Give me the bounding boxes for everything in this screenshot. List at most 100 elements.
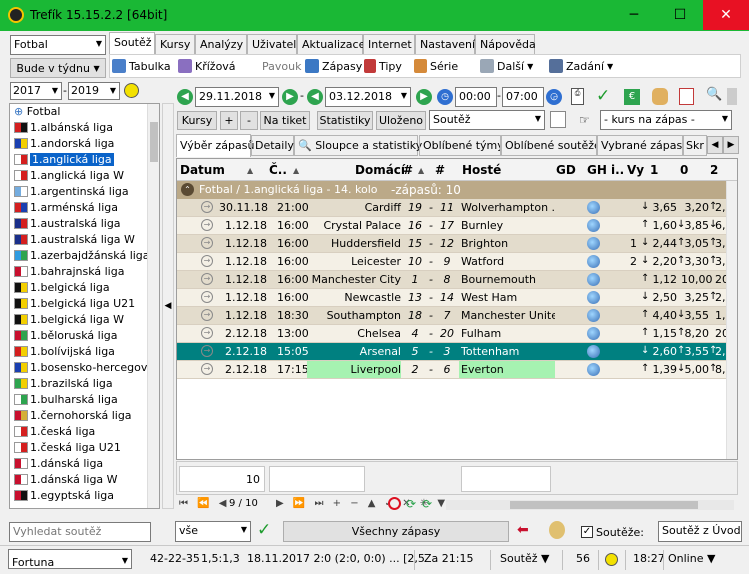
prev-arrow-icon[interactable]: ◀ [177, 89, 193, 105]
globe-icon[interactable] [587, 219, 600, 232]
row-expand-icon[interactable]: → [201, 201, 213, 213]
stop-icon[interactable] [388, 497, 401, 510]
statistiky-button[interactable]: Statistiky [317, 111, 373, 130]
col-vy[interactable]: Vy [627, 163, 644, 177]
league-item[interactable]: 1.belgická liga U21 [10, 296, 159, 312]
list-icon[interactable] [550, 111, 566, 128]
time-from-input[interactable]: 00:00 [455, 87, 497, 107]
league-item[interactable]: 1.australská liga [10, 216, 159, 232]
league-item[interactable]: 1.azerbajdžánská liga [10, 248, 159, 264]
collapse-icon[interactable]: ⌃ [181, 183, 194, 196]
globe-icon[interactable] [587, 327, 600, 340]
krizova-button[interactable]: Křížová [178, 58, 236, 74]
league-item[interactable]: 1.andorská liga [10, 136, 159, 152]
user-icon[interactable] [549, 521, 565, 539]
grid-scrollbar[interactable] [726, 181, 737, 459]
tab-uzivatel[interactable]: Uživatel [247, 34, 297, 54]
col-info[interactable]: i.. [611, 163, 624, 177]
account-select[interactable]: Fortuna ▼ [8, 549, 132, 569]
tab-nastaveni[interactable]: Nastavení [415, 34, 475, 54]
col-odds-1[interactable]: 1 [650, 163, 658, 177]
league-item[interactable]: 1.argentinská liga [10, 184, 159, 200]
tab-internet[interactable]: Internet [363, 34, 415, 54]
tab-aktualizace[interactable]: Aktualizace [297, 34, 365, 54]
zadani-button[interactable]: Zadání ▼ [549, 58, 613, 74]
checkmark-icon[interactable]: ✓ [257, 520, 271, 540]
serie-button[interactable]: Série [414, 58, 458, 74]
globe-icon[interactable] [587, 363, 600, 376]
league-item[interactable]: 1.bolívijská liga [10, 344, 159, 360]
date-to-input[interactable]: 03.12.2018 ▼ [325, 87, 411, 107]
league-item[interactable]: 1.černohorská liga [10, 408, 159, 424]
calendar-check-icon[interactable] [679, 88, 694, 105]
col-gd[interactable]: GD [556, 163, 576, 177]
table-row[interactable]: → 1.12.18 18:30 Southampton 18-7 Manchester U… [177, 307, 737, 325]
table-row[interactable]: → 1.12.18 16:00 Newcastle 13-14 West Ham ↓ 2,50… [177, 289, 737, 307]
league-item[interactable]: 1.arménská liga [10, 200, 159, 216]
status-online-menu[interactable]: Online ▼ [668, 552, 715, 565]
pdf-icon[interactable]: ⎙ [571, 88, 584, 105]
refresh-all-icon[interactable]: ⟳ [422, 497, 432, 511]
globe-icon[interactable] [587, 291, 600, 304]
row-expand-icon[interactable]: → [201, 345, 213, 357]
row-expand-icon[interactable]: → [201, 327, 213, 339]
tabs-scroll-right[interactable]: ▶ [723, 136, 739, 154]
souteze-select[interactable]: Soutěž z Úvodní [658, 521, 742, 542]
col-domaci[interactable]: Domácí [355, 163, 405, 177]
tab-kursy[interactable]: Kursy [155, 34, 195, 54]
time-to-input[interactable]: 07:00 [502, 87, 544, 107]
league-item[interactable]: 1.česká liga [10, 424, 159, 440]
league-item[interactable]: 1.belgická liga W [10, 312, 159, 328]
clock-icon[interactable]: ◶ [546, 89, 562, 105]
tree-root[interactable]: ⊕ Fotbal [10, 104, 159, 120]
row-expand-icon[interactable]: → [201, 363, 213, 375]
table-row[interactable]: → 1.12.18 16:00 Crystal Palace 16-17 Burnley ↑… [177, 217, 737, 235]
globe-icon[interactable] [587, 237, 600, 250]
col-home-rank[interactable]: # [403, 163, 413, 177]
globe-icon[interactable] [587, 345, 600, 358]
league-item[interactable]: 1.belgická liga [10, 280, 159, 296]
hand-icon[interactable] [652, 88, 668, 105]
euro-icon[interactable]: € [624, 89, 640, 105]
pointing-hand-icon[interactable]: ☞ [579, 113, 590, 127]
tab-soutez[interactable]: Soutěž [109, 32, 155, 54]
all-matches-button[interactable]: Všechny zápasy [283, 521, 509, 542]
league-tree[interactable]: ⊕ Fotbal 1.albánská liga 1.andorská liga 1.… [9, 103, 160, 509]
subtab-oblibene-souteze[interactable]: Oblíbené soutěže [501, 135, 597, 156]
tree-scrollbar[interactable] [147, 104, 159, 508]
subtab-vybrane-zapasy[interactable]: Vybrané zápasy [597, 135, 683, 156]
subtab-skryte[interactable]: Skr [683, 135, 707, 156]
scroll-thumb[interactable] [510, 501, 698, 509]
league-item[interactable]: 1.dánská liga W [10, 472, 159, 488]
group-header[interactable]: ⌃ Fotbal / 1.anglická liga - 14. kolo -z… [177, 181, 737, 199]
league-item[interactable]: 1.australská liga W [10, 232, 159, 248]
search-league-input[interactable]: Vyhledat soutěž [9, 522, 151, 542]
minimize-button[interactable]: ─ [611, 0, 657, 30]
zapasy-button[interactable]: Zápasy [305, 58, 362, 74]
col-cas[interactable]: Č.. [269, 163, 287, 177]
ulozeno-button[interactable]: Uloženo [376, 111, 426, 130]
row-expand-icon[interactable]: → [201, 273, 213, 285]
year-to-select[interactable]: 2019 ▼ [68, 82, 120, 100]
table-row[interactable]: → 30.11.18 21:00 Cardiff 19-11 Wolverhampton … [177, 199, 737, 217]
league-item[interactable]: 1.bulharská liga [10, 392, 159, 408]
tab-napoveda[interactable]: Nápověda [475, 34, 536, 54]
league-item[interactable]: 1.bahrajnská liga [10, 264, 159, 280]
tab-analyzy[interactable]: Analýzy [195, 34, 247, 54]
league-item[interactable]: 1.egyptská liga [10, 488, 159, 504]
subtab-vyber-zapasu[interactable]: Výběr zápasů [176, 134, 254, 157]
next-arrow-icon[interactable]: ▶ [282, 89, 298, 105]
arrow-left-icon[interactable]: ⬅ [517, 522, 529, 538]
clock-icon[interactable]: ◷ [437, 89, 453, 105]
col-datum[interactable]: Datum [180, 163, 225, 177]
row-expand-icon[interactable]: → [201, 255, 213, 267]
league-item[interactable]: 1.česká liga U21 [10, 440, 159, 456]
dalsi-button[interactable]: Další ▼ [480, 58, 533, 74]
table-row[interactable]: → 2.12.18 15:05 Arsenal 5-3 Tottenham ↓ 2,60 ↑ 3,… [177, 343, 737, 361]
table-row[interactable]: → 1.12.18 16:00 Leicester 10-9 Watford 2 ↓ 2,20 ↑… [177, 253, 737, 271]
league-item[interactable]: 1.albánská liga [10, 120, 159, 136]
league-item[interactable]: 1.dánská liga [10, 456, 159, 472]
more-toolbar-icon[interactable] [727, 88, 737, 105]
plus-button[interactable]: + [220, 111, 238, 130]
globe-icon[interactable] [587, 273, 600, 286]
